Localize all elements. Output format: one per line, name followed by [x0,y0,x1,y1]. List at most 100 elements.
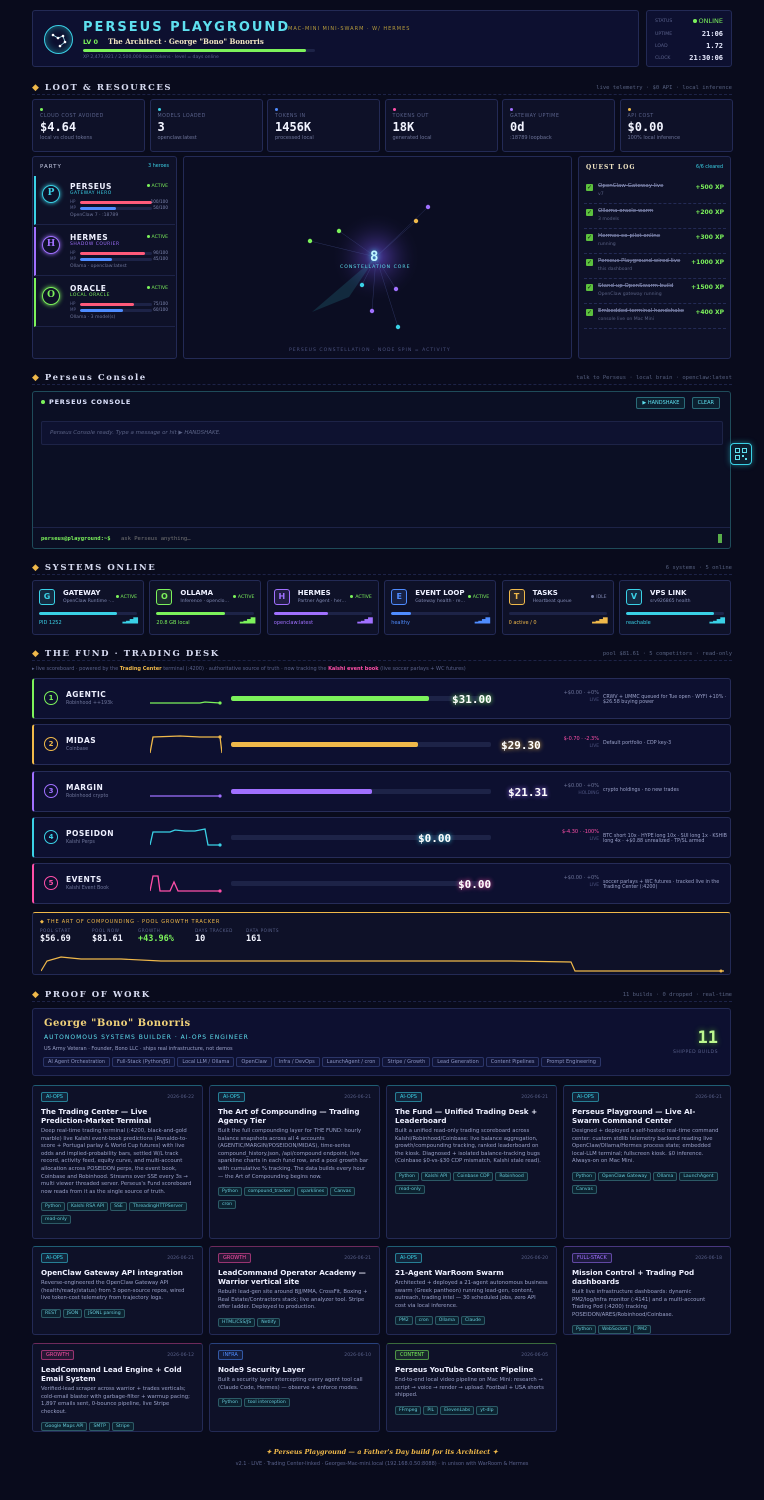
party-member[interactable]: O ORACLE LOCAL ORACLE ACTIVE HP MP 75/100 60/10… [34,278,175,327]
party-member[interactable]: P PERSEUS GATEWAY HERO ACTIVE HP MP 100/100 50/… [34,176,175,225]
hp-value: 75/100 [153,301,168,306]
console-section-title: Perseus Console [44,372,147,383]
compound-sparkline [41,956,724,973]
skill-chip: Lead Generation [432,1057,484,1067]
system-icon: V [626,589,642,605]
clear-button[interactable]: CLEAR [691,397,720,409]
hp-label: HP [70,199,76,204]
tech-tag: JSON [62,1308,83,1318]
status-dot-icon [146,184,150,187]
fund-row[interactable]: 4 POSEIDON Kalshi Perps $0.00 $-4.30 · -100%… [32,816,731,858]
profile-panel: George "Bono" Bonorris AUTONOMOUS SYSTEM… [32,1008,731,1076]
build-card[interactable]: CONTENT 2026-06-05 Perseus YouTube Content… [386,1343,557,1432]
stat-label: GATEWAY UPTIME [510,114,560,119]
fund-note: CRWV + UMMC queued for Tue open · WYFI +… [603,695,727,705]
build-card[interactable]: GROWTH 2026-06-12 LeadCommand Lead Engine … [32,1343,203,1432]
build-card[interactable]: AI-OPS 2026-06-21 The Art of Compounding —… [209,1085,380,1239]
build-card[interactable]: AI-OPS 2026-06-20 21-Agent WarRoom Swarm Ar… [386,1246,557,1335]
swarm-node[interactable] [359,282,365,288]
tech-tag: Python [41,1202,65,1212]
tech-tag: LaunchAgent [679,1171,718,1181]
quest-item[interactable]: ✓ Hermes co-pilot online running +300 XP [584,230,726,254]
party-member[interactable]: H HERMES SHADOW COURIER ACTIVE HP MP 90/100 45/… [34,227,175,276]
system-load-bar [508,612,607,615]
fund-row[interactable]: 1 AGENTIC Robinhood ++193k $31.00 +$0.00 · +… [32,678,731,719]
compound-stat: DAYS TRACKED 10 [195,928,233,944]
status-dot-icon [467,595,471,598]
fund-note-trading-center[interactable]: Trading Center [120,666,162,672]
fund-note-post: (live soccer parlays + WC futures) [380,666,466,672]
swarm-node[interactable] [425,204,431,210]
build-card[interactable]: FULL-STACK 2026-06-18 Mission Control + Tr… [563,1246,731,1335]
system-card[interactable]: G GATEWAY OpenClaw Runtime ·… ACTIVE PID 125… [32,580,144,635]
build-title: Mission Control + Trading Pod dashboards [572,1268,695,1286]
swarm-node[interactable] [336,228,342,234]
qr-icon[interactable] [730,443,752,465]
system-name: EVENT LOOP [415,589,465,597]
fund-note: soccer parlays + WC futures · tracked li… [603,880,720,891]
system-sub: OpenClaw Runtime ·… [63,599,115,604]
console-input[interactable] [121,533,701,545]
fund-row[interactable]: 3 MARGIN Robinhood crypto $21.31 +$0.00 · +0… [32,770,731,812]
system-icon: G [39,589,55,605]
member-status-text: ACTIVE [151,184,168,189]
app-title: Perseus Playground [83,20,291,35]
system-card[interactable]: V VPS LINK srv926865 health reachable ▂▃▅▇ [619,580,731,635]
swarm-node[interactable] [307,238,313,244]
fund-change-block: +$0.00 · +0% LIVE [519,875,599,888]
build-card[interactable]: AI-OPS 2026-06-21 OpenClaw Gateway API int… [32,1246,203,1335]
handshake-button[interactable]: ▶ HANDSHAKE [636,397,686,409]
build-desc: Built live infrastructure dashboards: dy… [572,1289,706,1318]
compound-stat-value: $56.69 [40,934,71,944]
fund-change: $-0.70 · -2.3% [563,736,599,743]
build-tag: FULL-STACK [572,1253,612,1263]
swarm-node[interactable] [393,286,399,292]
quest-title: Stand up OpenSwarm build [598,283,674,289]
build-card[interactable]: INFRA 2026-06-10 Node9 Security Layer Built… [209,1343,380,1432]
quest-item[interactable]: ✓ Perseus Playground wired live this dashb… [584,255,726,279]
build-desc: Built a unified read-only trading scoreb… [395,1128,541,1165]
mp-bar [80,258,152,261]
build-card[interactable]: AI-OPS 2026-06-21 The Fund — Unified Tradi… [386,1085,557,1239]
skill-chip: Full-Stack (Python/JS) [112,1057,176,1067]
build-card[interactable]: AI-OPS 2026-06-22 The Trading Center — Liv… [32,1085,203,1239]
quest-xp: +1500 XP [691,284,724,291]
fund-sparkline [150,828,222,847]
tech-tag: sparklines [296,1187,329,1197]
fund-note-kalshi[interactable]: Kalshi event book [328,666,378,672]
system-card[interactable]: O OLLAMA Inference · openclo… ACTIVE 20.8 GB… [149,580,262,635]
signal-icon: ▂▃▅▇ [592,617,608,624]
build-card[interactable]: GROWTH 2026-06-21 LeadCommand Operator Aca… [209,1246,380,1335]
member-role: GATEWAY HERO [70,191,112,196]
quest-item[interactable]: ✓ Embedded terminal handshake console live… [584,305,726,329]
member-role: SHADOW COURIER [70,242,120,247]
load-label: LOAD [655,44,668,49]
swarm-node[interactable] [395,324,401,330]
quest-item[interactable]: ✓ Ollama oracle warm 3 models +200 XP [584,205,726,229]
check-icon: ✓ [586,284,593,291]
swarm-node[interactable] [369,308,375,314]
system-card[interactable]: T TASKS Heartbeat queue IDLE 0 active / 0 ▂▃▅… [501,580,614,635]
console-live-dot [41,400,45,404]
quest-item[interactable]: ✓ Stand up OpenSwarm build OpenClaw gatewa… [584,280,726,304]
system-name: VPS LINK [650,589,687,597]
compound-stat-value: 161 [246,934,262,944]
quest-item[interactable]: ✓ OpenClaw Gateway live v7 +500 XP [584,180,726,204]
swarm-node[interactable] [413,218,419,224]
console-actions: ▶ HANDSHAKE CLEAR [632,397,720,409]
system-card[interactable]: H HERMES Partner Agent · her… ACTIVE opencla… [266,580,379,635]
fund-name: MARGIN [66,782,104,792]
fund-row[interactable]: 2 MIDAS Coinbase $29.30 $-0.70 · -2.3% LIVE De… [32,724,731,766]
build-card[interactable]: AI-OPS 2026-06-21 Perseus Playground — Liv… [563,1085,731,1239]
profile-bio: US Army Veteran · Founder, Bono LLC · sh… [44,1046,233,1052]
build-date: 2026-06-22 [167,1094,194,1100]
system-card[interactable]: E EVENT LOOP Gateway health · re… ACTIVE hea… [384,580,497,635]
hp-label: HP [70,301,76,306]
stat-card: TOKENS OUT 18K generated local [384,99,498,152]
build-techs: Python Kalshi RSA API SSE ThreadingHTTPServ… [41,1201,194,1227]
system-name: OLLAMA [180,589,214,597]
fund-row[interactable]: 5 EVENTS Kalshi Event Book $0.00 +$0.00 · +0… [32,863,731,905]
fund-change: +$0.00 · +0% [563,875,599,882]
diamond-icon: ◆ [32,372,39,383]
build-tag: INFRA [218,1350,243,1360]
